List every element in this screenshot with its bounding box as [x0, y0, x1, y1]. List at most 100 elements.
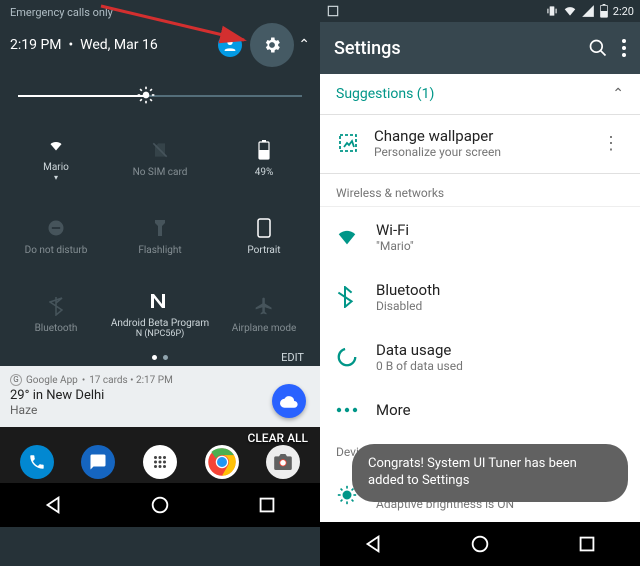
status-time: 2:20 [613, 5, 634, 18]
slider-fill [18, 95, 146, 97]
airplane-icon [253, 295, 275, 317]
brightness-slider[interactable] [18, 81, 302, 111]
tile-label: Airplane mode [232, 323, 297, 334]
notification-card[interactable]: G Google App • 17 cards • 2:17 PM 29° in… [0, 366, 320, 427]
suggestion-sub: Personalize your screen [374, 145, 598, 159]
home-button[interactable] [149, 494, 171, 516]
status-text: Emergency calls only [0, 0, 320, 19]
weather-fab[interactable] [272, 384, 306, 418]
suggestion-item[interactable]: Change wallpaper Personalize your screen… [320, 115, 640, 174]
messages-app-icon[interactable] [81, 445, 115, 479]
toast: Congrats! System UI Tuner has been added… [352, 444, 628, 502]
tile-battery[interactable]: 49% [212, 119, 316, 197]
suggestions-label: Suggestions (1) [336, 86, 612, 102]
bluetooth-icon [45, 295, 67, 317]
row-data-usage[interactable]: Data usage0 B of data used [320, 327, 640, 387]
gear-icon [262, 35, 282, 55]
back-button[interactable] [42, 494, 64, 516]
recents-button[interactable] [256, 494, 278, 516]
edit-button[interactable]: EDIT [281, 351, 304, 364]
tile-sim[interactable]: No SIM card [108, 119, 212, 197]
dot-1 [152, 355, 157, 360]
signal-icon [581, 4, 595, 18]
portrait-icon [253, 217, 275, 239]
quick-settings-panel: Emergency calls only 2:19 PM • Wed, Mar … [0, 0, 320, 566]
suggestions-header[interactable]: Suggestions (1) ⌃ [320, 74, 640, 115]
notif-title: 29° in New Delhi [10, 388, 310, 403]
home-peek: CLEAR ALL [0, 427, 320, 483]
row-bluetooth[interactable]: BluetoothDisabled [320, 267, 640, 327]
tile-rotate[interactable]: Portrait [212, 197, 316, 275]
suggestion-more-icon[interactable]: ⋮ [598, 133, 624, 154]
cloud-icon [280, 394, 298, 408]
row-title: Wi-Fi [376, 221, 414, 239]
nav-bar [0, 483, 320, 527]
brightness-icon [136, 85, 156, 105]
recents-button[interactable] [576, 533, 598, 555]
wifi-icon [45, 134, 67, 156]
screenshot-icon [326, 4, 340, 18]
person-icon [222, 37, 238, 53]
settings-app: 2:20 Settings Suggestions (1) ⌃ Change w… [320, 0, 640, 566]
settings-button[interactable] [250, 23, 294, 67]
row-sub: "Mario" [376, 239, 414, 253]
data-usage-icon [336, 346, 376, 368]
dnd-icon [45, 217, 67, 239]
chrome-app-icon[interactable] [205, 445, 239, 479]
flashlight-icon [149, 217, 171, 239]
wifi-icon [336, 226, 376, 248]
google-g-icon: G [10, 374, 22, 386]
notif-sub: Haze [10, 403, 310, 417]
battery-icon [253, 139, 275, 161]
row-title: Bluetooth [376, 281, 440, 299]
qs-tiles: Mario ▾ No SIM card 49% Do not disturb F… [0, 119, 320, 353]
qs-header: 2:19 PM • Wed, Mar 16 ⌃ [0, 19, 320, 77]
tile-beta[interactable]: Android Beta Program N (NPC56P) [108, 275, 212, 353]
android-n-icon [149, 290, 171, 312]
wallpaper-icon [336, 131, 374, 155]
tile-label: Bluetooth [35, 323, 78, 334]
app-title: Settings [334, 38, 588, 59]
search-icon[interactable] [588, 38, 608, 58]
apps-drawer-icon[interactable] [143, 445, 177, 479]
date: Wed, Mar 16 [80, 37, 158, 53]
wifi-status-icon [563, 4, 577, 18]
nav-bar [320, 522, 640, 566]
row-sub: 0 B of data used [376, 359, 463, 373]
vibrate-icon [545, 4, 559, 18]
notif-app: Google App [26, 375, 78, 386]
tile-label: Android Beta Program [111, 318, 209, 329]
battery-status-icon [599, 4, 609, 18]
chevron-up-icon: ⌃ [612, 86, 624, 102]
app-bar: Settings [320, 22, 640, 74]
tile-flashlight[interactable]: Flashlight [108, 197, 212, 275]
collapse-chevron-icon[interactable]: ⌃ [298, 37, 310, 53]
sim-icon [149, 139, 171, 161]
section-wireless: Wireless & networks [320, 174, 640, 207]
camera-app-icon[interactable] [266, 445, 300, 479]
user-avatar[interactable] [218, 33, 242, 57]
row-sub: Disabled [376, 299, 440, 313]
row-more[interactable]: More [320, 387, 640, 433]
tile-label: No SIM card [133, 167, 188, 178]
status-bar: 2:20 [320, 0, 640, 22]
tile-label: Do not disturb [25, 245, 88, 256]
more-icon [336, 407, 376, 413]
page-indicator: EDIT [0, 353, 320, 366]
tile-airplane[interactable]: Airplane mode [212, 275, 316, 353]
notif-meta: 17 cards • 2:17 PM [89, 375, 173, 386]
notif-header: G Google App • 17 cards • 2:17 PM [10, 374, 310, 386]
bluetooth-icon [336, 286, 376, 308]
overflow-menu-icon[interactable] [622, 39, 626, 57]
back-button[interactable] [362, 533, 384, 555]
tile-label: Flashlight [138, 245, 181, 256]
app-tray [0, 441, 320, 483]
time: 2:19 PM [10, 37, 62, 53]
tile-dnd[interactable]: Do not disturb [4, 197, 108, 275]
tile-wifi[interactable]: Mario ▾ [4, 119, 108, 197]
tile-bluetooth[interactable]: Bluetooth [4, 275, 108, 353]
row-wifi[interactable]: Wi-Fi"Mario" [320, 207, 640, 267]
phone-app-icon[interactable] [20, 445, 54, 479]
tile-label: Mario [43, 162, 69, 173]
home-button[interactable] [469, 533, 491, 555]
